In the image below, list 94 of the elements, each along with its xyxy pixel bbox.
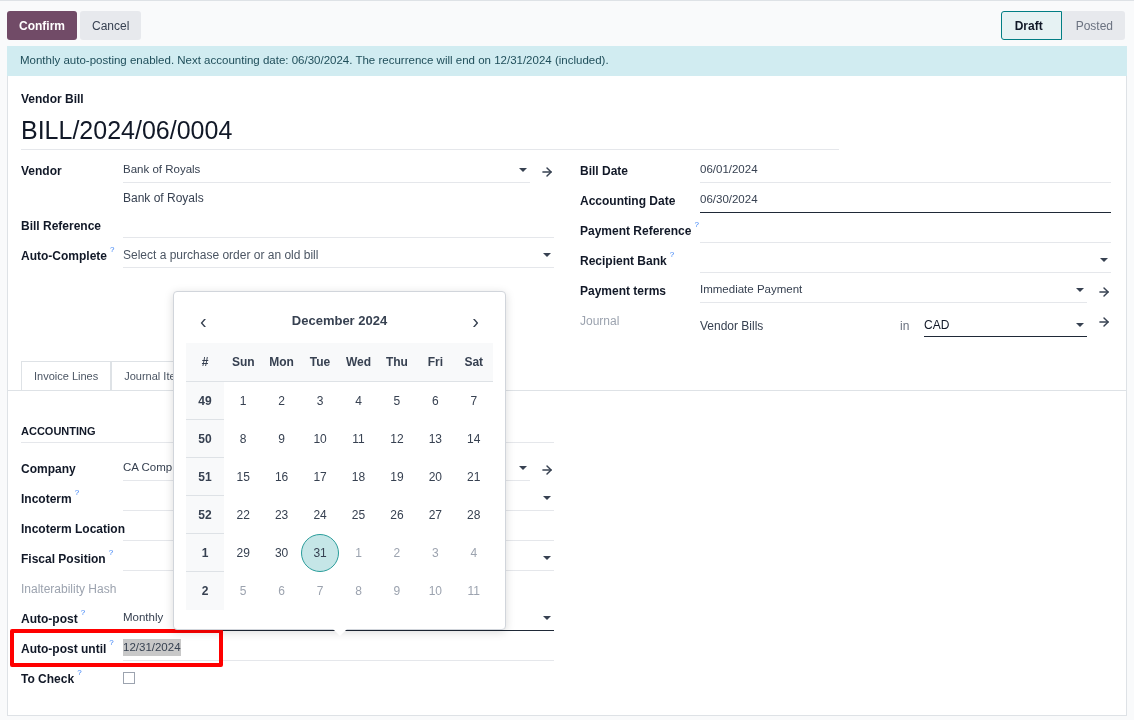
weekday-heading: Mon xyxy=(269,354,294,371)
calendar-day[interactable]: 15 xyxy=(224,458,263,496)
week-number: 1 xyxy=(201,544,209,562)
weekday-heading: Fri xyxy=(427,354,443,371)
field-label: Fiscal Position xyxy=(21,550,106,568)
help-mark: ? xyxy=(669,250,675,260)
caret-icon xyxy=(1076,323,1084,327)
field-label: Payment Reference xyxy=(580,223,692,240)
calendar-day[interactable]: 23 xyxy=(262,496,301,534)
calendar-day[interactable]: 17 xyxy=(301,458,340,496)
field-label: Incoterm Location xyxy=(21,520,125,538)
caret-icon xyxy=(543,555,551,560)
field-label: Inalterability Hash xyxy=(21,580,117,598)
field-label: Auto-post xyxy=(21,610,78,628)
field-value: Vendor Bills xyxy=(700,317,765,335)
calendar-day[interactable]: 7 xyxy=(454,382,493,420)
field-label: Incoterm xyxy=(21,490,72,508)
help-mark: ? xyxy=(77,667,82,678)
calendar-day[interactable]: 21 xyxy=(454,458,493,496)
week-number-heading: # xyxy=(201,354,209,371)
field-label: Bill Date xyxy=(580,163,628,180)
calendar-day[interactable]: 30 xyxy=(262,534,301,572)
field-label: Journal xyxy=(580,313,620,330)
cancel-button[interactable]: Cancel xyxy=(80,11,142,40)
calendar-day[interactable]: 5 xyxy=(377,382,416,420)
previous-month-button[interactable]: ‹ xyxy=(200,311,207,331)
week-number: 2 xyxy=(201,583,209,600)
week-number: 49 xyxy=(198,392,212,410)
calendar-day[interactable]: 24 xyxy=(301,496,340,534)
calendar-day[interactable]: 28 xyxy=(454,496,493,534)
connector-text: in xyxy=(900,317,911,335)
input-field[interactable]: 06/01/2024 xyxy=(700,158,1111,183)
select-field[interactable]: Immediate Payment xyxy=(700,278,1087,303)
select-field[interactable]: Bank of Royals xyxy=(123,158,530,183)
calendar-day[interactable]: 4 xyxy=(339,382,378,420)
help-mark: ? xyxy=(110,245,115,255)
help-mark: ? xyxy=(108,547,114,558)
calendar-day[interactable]: 19 xyxy=(377,458,416,496)
confirm-button[interactable]: Confirm xyxy=(7,11,77,40)
field-label: Bill Reference xyxy=(21,218,102,235)
calendar-day[interactable]: 31 xyxy=(301,534,340,572)
info-banner: Monthly auto-posting enabled. Next accounting date: 06/30/2024. The recurrence will end on 12/31/2024 (included). xyxy=(7,46,1127,76)
status-step[interactable]: Posted xyxy=(1061,11,1125,40)
weekday-heading: Sun xyxy=(231,354,255,371)
calendar-day[interactable]: 20 xyxy=(416,458,455,496)
week-number: 51 xyxy=(198,468,212,486)
calendar-day[interactable]: 2 xyxy=(262,382,301,420)
calendar-day[interactable]: 26 xyxy=(377,496,416,534)
record-title: BILL/2024/06/0004 xyxy=(21,112,839,150)
next-month-button[interactable]: › xyxy=(472,311,479,331)
calendar-day[interactable]: 16 xyxy=(262,458,301,496)
help-mark: ? xyxy=(80,607,86,618)
calendar-title: December 2024 xyxy=(291,312,388,331)
calendar-day[interactable]: 25 xyxy=(339,496,378,534)
caret-icon xyxy=(543,253,551,257)
input-field[interactable]: 06/30/2024 xyxy=(700,188,1111,213)
arrow-right-icon[interactable] xyxy=(540,165,554,179)
calendar-day[interactable]: 22 xyxy=(224,496,263,534)
calendar-day[interactable]: 29 xyxy=(224,534,263,572)
checkbox[interactable] xyxy=(123,671,135,684)
calendar-day[interactable]: 18 xyxy=(339,458,378,496)
field-label: To Check xyxy=(21,670,75,688)
tab[interactable]: Invoice Lines xyxy=(21,361,112,391)
input-field[interactable]: 12/31/2024 xyxy=(123,635,554,661)
calendar-day[interactable]: 1 xyxy=(224,382,263,420)
field-label: Company xyxy=(21,460,76,478)
weekday-heading: Wed xyxy=(345,354,372,371)
week-number: 52 xyxy=(198,506,212,524)
select-field[interactable]: Select a purchase order or an old bill xyxy=(123,243,554,268)
help-mark: ? xyxy=(109,637,114,648)
caret-icon xyxy=(1076,288,1084,292)
field-label: Vendor xyxy=(21,163,62,180)
field-label: Recipient Bank xyxy=(580,253,667,270)
field-label: Auto-Complete xyxy=(21,248,107,265)
caret-icon xyxy=(1100,258,1108,262)
weekday-heading: Sat xyxy=(464,354,484,371)
caret-icon xyxy=(519,168,527,172)
field-label: Auto-post until xyxy=(21,640,107,658)
caret-icon xyxy=(519,465,527,470)
calendar-day[interactable]: 27 xyxy=(416,496,455,534)
field-label: Accounting Date xyxy=(580,193,676,210)
calendar-day[interactable]: 3 xyxy=(301,382,340,420)
status-step[interactable]: Draft xyxy=(1000,11,1062,40)
field-label: Payment terms xyxy=(580,283,667,300)
arrow-right-icon[interactable] xyxy=(540,462,554,477)
caret-icon xyxy=(543,495,551,500)
weekday-heading: Tue xyxy=(309,354,331,371)
help-mark: ? xyxy=(74,487,80,498)
weekday-heading: Thu xyxy=(385,354,408,371)
help-mark: ? xyxy=(694,220,699,230)
record-type: Vendor Bill xyxy=(21,91,85,108)
field-subtext: Bank of Royals xyxy=(123,190,205,207)
caret-icon xyxy=(543,615,551,620)
calendar-day[interactable]: 6 xyxy=(416,382,455,420)
